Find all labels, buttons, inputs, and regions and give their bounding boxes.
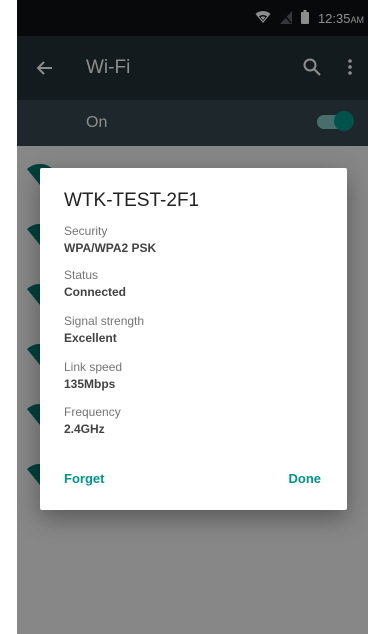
detail-value: WPA/WPA2 PSK [64,241,157,255]
detail-security: Security WPA/WPA2 PSK [64,224,156,256]
done-button[interactable]: Done [289,471,322,487]
detail-link-speed: Link speed 135Mbps [64,360,122,392]
network-details-dialog: WTK-TEST-2F1 Security WPA/WPA2 PSK Statu… [40,168,347,510]
detail-frequency: Frequency 2.4GHz [64,405,121,437]
detail-value: 135Mbps [64,377,116,391]
detail-value: Connected [64,285,127,299]
dialog-title: WTK-TEST-2F1 [64,190,200,211]
detail-status: Status Connected [64,268,126,300]
detail-label: Link speed [64,360,123,374]
detail-value: Excellent [64,331,117,345]
detail-value: 2.4GHz [64,422,105,436]
forget-button[interactable]: Forget [64,471,104,487]
detail-label: Status [64,268,99,282]
detail-label: Signal strength [64,314,145,328]
detail-label: Frequency [64,405,121,419]
detail-label: Security [64,224,108,238]
detail-signal-strength: Signal strength Excellent [64,314,144,346]
